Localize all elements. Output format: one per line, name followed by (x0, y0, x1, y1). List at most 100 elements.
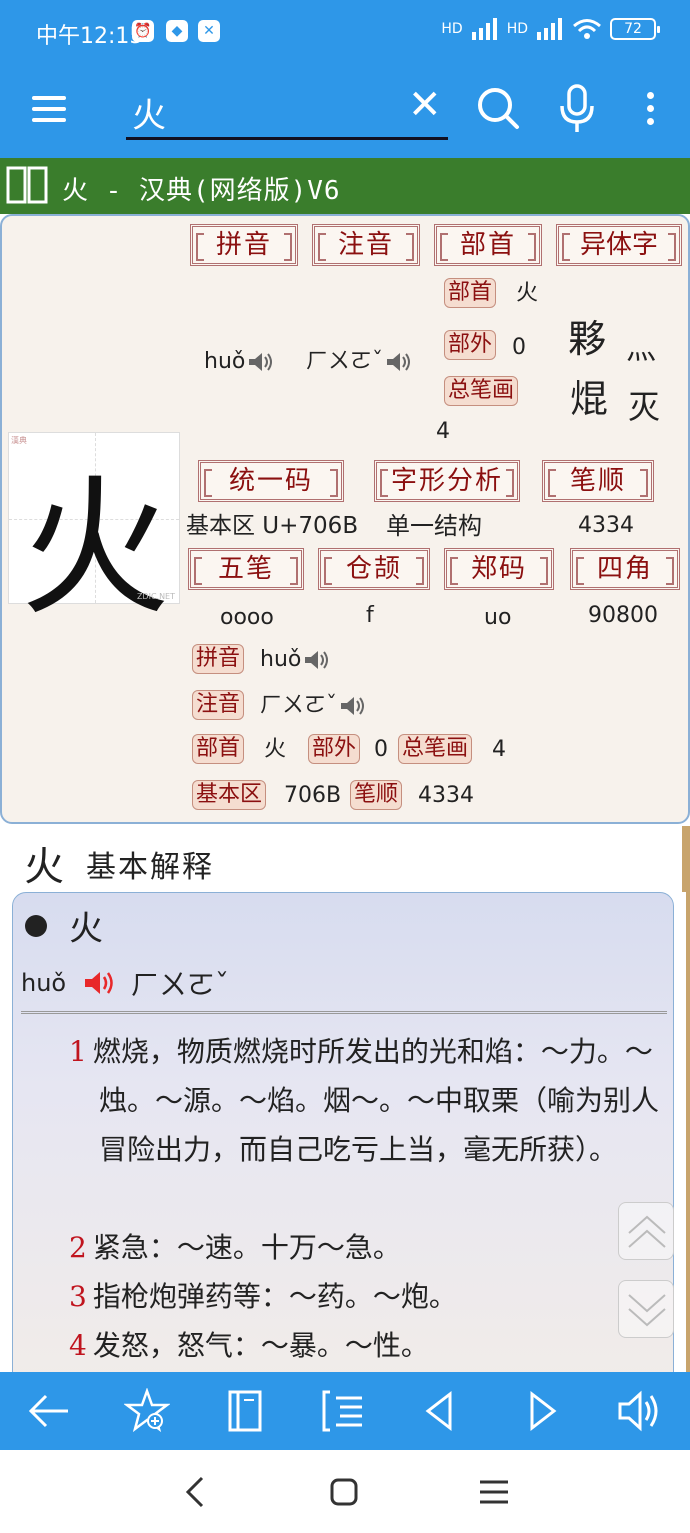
pinyin-value: huǒ (204, 348, 273, 376)
variant-char-2[interactable]: 灬 (626, 324, 656, 368)
summary-pinyin-label: 拼音 (192, 644, 245, 674)
summary-jibenqu-label: 基本区 (192, 780, 267, 810)
microphone-icon[interactable] (556, 84, 598, 134)
summary-bishun-label: 笔顺 (350, 780, 403, 810)
alarm-icon: ⏰ (132, 20, 154, 42)
scroll-down-button[interactable] (618, 1280, 674, 1338)
sijiao-button[interactable]: 四角 (570, 548, 680, 590)
app-notification-icon-2: ✕ (198, 20, 220, 42)
summary-bushou-label: 部首 (192, 734, 245, 764)
summary-buwai-label: 部外 (308, 734, 361, 764)
signal-icon-2 (537, 18, 562, 40)
cangjie-button[interactable]: 仓颉 (318, 548, 430, 590)
summary-jibenqu-value: 706B (284, 783, 342, 808)
definition-text: 发怒，怒气：～暴。～性。 (92, 1329, 429, 1362)
summary-zhuyin-value: ㄏㄨㄛˇ (260, 692, 365, 720)
entry-pinyin: huǒ (21, 969, 67, 997)
right-edge-strip (686, 826, 690, 1372)
chevron-up-icon (628, 1215, 666, 1248)
back-arrow-icon[interactable] (26, 1388, 72, 1434)
signal-icon (471, 18, 497, 40)
search-query: 火 (132, 96, 166, 136)
wubi-value: oooo (220, 605, 274, 630)
divider (21, 1011, 667, 1014)
char-glyph-image[interactable]: 漢典 火 ZDIC.NET (8, 432, 180, 636)
bullet-icon (25, 915, 47, 937)
glyph-char: 火 (19, 462, 170, 636)
definition-text: 指枪炮弹药等：～药。～炮。 (92, 1280, 457, 1313)
app-notification-icon: ◆ (166, 20, 188, 42)
index-list-icon[interactable] (320, 1388, 366, 1434)
search-icon[interactable] (476, 86, 520, 130)
bottom-toolbar (0, 1372, 690, 1450)
definition-number: 4 (69, 1329, 87, 1362)
summary-pinyin-text: huǒ (260, 647, 302, 672)
more-options-icon[interactable] (644, 92, 656, 132)
menu-icon[interactable] (32, 96, 66, 122)
clear-icon[interactable]: ✕ (408, 82, 442, 128)
next-icon[interactable] (518, 1388, 564, 1434)
speaker-icon[interactable] (616, 1388, 662, 1434)
summary-zhuyin-label: 注音 (192, 690, 245, 720)
sijiao-value: 90800 (588, 603, 658, 628)
stroke-order-button[interactable]: 笔顺 (542, 460, 654, 502)
definition-number: 1 (69, 1035, 87, 1068)
wubi-button[interactable]: 五笔 (188, 548, 304, 590)
wifi-icon (573, 19, 601, 39)
cangjie-value: f (366, 603, 374, 628)
entry-zhuyin: ㄏㄨㄛˇ (131, 968, 230, 1001)
stroke-order-value: 4334 (578, 513, 634, 538)
speaker-icon[interactable] (247, 351, 273, 373)
explanation-header: 火 基本解释 (0, 826, 686, 892)
summary-pinyin-value: huǒ (260, 646, 329, 674)
speaker-icon[interactable] (339, 695, 365, 717)
explanation-header-char: 火 (24, 844, 64, 890)
buwai-label: 部外 (444, 330, 497, 360)
structure-button[interactable]: 字形分析 (374, 460, 520, 502)
zhuyin-text: ㄏㄨㄛˇ (306, 349, 384, 374)
pinyin-text: huǒ (204, 349, 246, 374)
book-icon[interactable] (6, 164, 48, 206)
summary-bushou-value: 火 (264, 737, 287, 762)
variant-button[interactable]: 异体字 (556, 224, 682, 266)
speaker-icon[interactable] (303, 649, 329, 671)
zhuyin-button[interactable]: 注音 (312, 224, 420, 266)
summary-zongbihua-value: 4 (492, 737, 506, 762)
pinyin-button[interactable]: 拼音 (190, 224, 298, 266)
favorite-add-icon[interactable] (124, 1388, 170, 1434)
variant-char-1[interactable]: 夥 (568, 308, 606, 363)
definition-item: 4 发怒，怒气：～暴。～性。 (69, 1321, 659, 1370)
nav-menu-icon[interactable] (474, 1472, 514, 1512)
variant-char-3[interactable]: 焜 (570, 368, 608, 423)
definition-number: 2 (69, 1231, 87, 1264)
definition-number: 3 (69, 1280, 87, 1313)
scroll-up-button[interactable] (618, 1202, 674, 1260)
nav-home-icon[interactable] (324, 1472, 364, 1512)
zhengma-button[interactable]: 郑码 (444, 548, 554, 590)
char-info-panel: 漢典 火 ZDIC.NET 拼音 注音 部首 异体字 huǒ ㄏㄨㄛˇ 部首 火… (0, 214, 690, 824)
zongbihua-value: 4 (436, 419, 450, 444)
definition-item: 1 燃烧，物质燃烧时所发出的光和焰：～力。～烛。～源。～焰。烟～。～中取栗（喻为别… (69, 1027, 669, 1174)
speaker-icon[interactable] (83, 969, 115, 997)
explanation-card: 火 huǒ ㄏㄨㄛˇ 1 燃烧，物质燃烧时所发出的光和焰：～力。～烛。～源。～焰。… (12, 892, 674, 1382)
status-right: HD HD 72 (441, 18, 660, 40)
definition-text: 紧急：～速。十万～急。 (92, 1231, 401, 1264)
unicode-button[interactable]: 统一码 (198, 460, 344, 502)
definition-text: 燃烧，物质燃烧时所发出的光和焰：～力。～烛。～源。～焰。烟～。～中取栗（喻为别人… (92, 1035, 660, 1166)
summary-zongbihua-label: 总笔画 (398, 734, 473, 764)
nav-back-icon[interactable] (176, 1472, 216, 1512)
explanation-header-label: 基本解释 (86, 850, 214, 885)
bushou-button[interactable]: 部首 (434, 224, 542, 266)
summary-bishun-value: 4334 (418, 783, 474, 808)
dictionary-icon[interactable] (222, 1388, 268, 1434)
unicode-value: 基本区 U+706B (186, 513, 359, 539)
signal-label-2: HD (506, 21, 528, 37)
search-input[interactable]: 火 (126, 82, 448, 140)
variant-char-4[interactable]: 灭 (628, 382, 660, 428)
previous-icon[interactable] (418, 1388, 464, 1434)
zhengma-value: uo (484, 605, 512, 630)
speaker-icon[interactable] (385, 351, 411, 373)
status-bar: 中午12:15 ⏰ ◆ ✕ HD HD 72 (0, 0, 690, 62)
structure-value: 单一结构 (386, 512, 482, 540)
chevron-down-icon (628, 1294, 666, 1327)
